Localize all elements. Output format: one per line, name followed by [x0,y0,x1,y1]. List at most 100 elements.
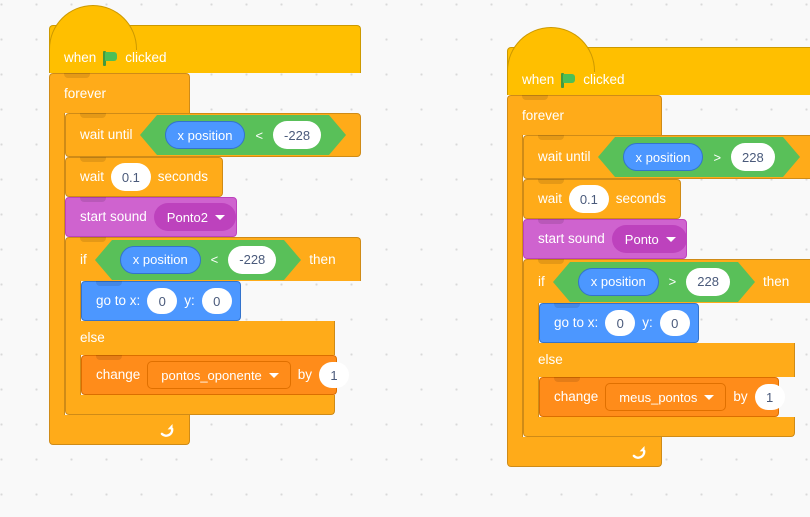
loop-arrow-icon [632,445,646,459]
if-else-block[interactable]: if x position > 228 then go to x: 0 y: 0… [523,259,810,437]
chevron-down-icon [665,236,676,242]
else-label: else [80,330,105,346]
sound-name-label: Ponto [624,231,659,247]
chevron-down-icon [215,214,225,220]
go-to-x-input[interactable]: 0 [605,310,636,336]
change-label: change [96,367,141,383]
wait-until-label: wait until [538,149,591,165]
script-opponent[interactable]: when clicked forever wait until x positi… [49,5,362,445]
change-amount-input[interactable]: 1 [754,384,785,410]
if-left-arm [65,281,81,321]
if-else-footer[interactable] [65,395,335,415]
then-label: then [309,251,336,267]
else-branch-body: change meus_pontos by 1 [523,377,810,417]
else-header[interactable]: else [523,343,795,377]
forever-block[interactable]: forever wait until x position < -228 wai… [49,73,362,445]
start-sound-label: start sound [538,231,605,247]
when-label: when [522,71,555,87]
else-left-arm [523,377,539,417]
wait-seconds-block[interactable]: wait 0.1 seconds [65,157,223,197]
clicked-label: clicked [125,49,167,65]
change-variable-block[interactable]: change pontos_oponente by 1 [81,355,350,395]
go-to-x-input[interactable]: 0 [147,288,178,314]
forever-slot[interactable]: wait until x position > 228 wait 0.1 sec… [523,135,810,437]
less-than-operator-block[interactable]: x position < -228 [94,239,301,280]
variable-name-label: pontos_oponente [161,367,262,383]
if-branch-body: go to x: 0 y: 0 [65,281,361,321]
chevron-down-icon [268,372,279,378]
variable-name-label: meus_pontos [619,389,698,405]
clicked-label: clicked [583,71,625,87]
wait-label: wait [538,191,563,207]
if-then-slot[interactable]: go to x: 0 y: 0 [81,281,241,321]
wait-duration-input[interactable]: 0.1 [111,163,151,191]
threshold-input[interactable]: -228 [273,121,322,149]
comparison-operator-symbol: > [668,274,677,289]
forever-header[interactable]: forever [49,73,190,113]
if-header[interactable]: if x position > 228 then [523,259,810,303]
if-then-slot[interactable]: go to x: 0 y: 0 [539,303,699,343]
if-label: if [538,273,545,289]
else-slot[interactable]: change pontos_oponente by 1 [81,355,350,395]
wait-seconds-block[interactable]: wait 0.1 seconds [523,179,681,219]
when-green-flag-clicked-block[interactable]: when clicked [49,5,362,73]
greater-than-operator-block[interactable]: x position > 228 [552,261,756,302]
x-position-reporter[interactable]: x position [119,245,201,274]
x-position-reporter[interactable]: x position [577,267,659,296]
forever-slot[interactable]: wait until x position < -228 wait 0.1 se… [65,113,362,415]
forever-footer[interactable] [507,437,662,467]
when-green-flag-clicked-block[interactable]: when clicked [507,27,810,95]
sound-name-label: Ponto2 [166,209,208,225]
less-than-operator-block[interactable]: x position < -228 [139,115,346,155]
forever-body: wait until x position > 228 wait 0.1 sec… [507,135,810,437]
go-to-xy-block[interactable]: go to x: 0 y: 0 [81,281,241,321]
seconds-label: seconds [157,169,208,185]
forever-block[interactable]: forever wait until x position > 228 wait… [507,95,810,467]
change-amount-input[interactable]: 1 [319,362,350,388]
go-to-x-label: go to x: [554,315,599,331]
variable-name-dropdown[interactable]: pontos_oponente [147,361,291,389]
forever-label: forever [64,85,107,101]
seconds-label: seconds [615,191,666,207]
if-label: if [80,251,87,267]
change-variable-block[interactable]: change meus_pontos by 1 [539,377,785,417]
wait-until-block[interactable]: wait until x position > 228 [523,135,810,179]
wait-until-label: wait until [80,127,133,143]
green-flag-icon [103,51,118,66]
greater-than-operator-block[interactable]: x position > 228 [597,137,800,177]
wait-until-block[interactable]: wait until x position < -228 [65,113,362,157]
threshold-input[interactable]: 228 [731,143,775,171]
threshold-input[interactable]: 228 [686,267,730,296]
if-header[interactable]: if x position < -228 then [65,237,362,281]
comparison-operator-symbol: > [713,149,722,165]
chevron-down-icon [704,394,715,400]
start-sound-block[interactable]: start sound Ponto [523,219,687,259]
forever-footer[interactable] [49,415,190,445]
variable-name-dropdown[interactable]: meus_pontos [605,383,727,411]
wait-label: wait [80,169,105,185]
x-position-reporter[interactable]: x position [164,121,246,149]
sound-name-dropdown[interactable]: Ponto [611,225,687,253]
go-to-xy-block[interactable]: go to x: 0 y: 0 [539,303,699,343]
if-else-block[interactable]: if x position < -228 then go to x: 0 y: … [65,237,362,415]
comparison-operator-symbol: < [210,252,219,267]
scratch-workspace[interactable]: when clicked forever wait until x positi… [0,0,810,517]
x-position-reporter[interactable]: x position [622,143,704,171]
go-to-y-input[interactable]: 0 [659,310,690,336]
start-sound-block[interactable]: start sound Ponto2 [65,197,237,237]
else-header[interactable]: else [65,321,335,355]
sound-name-dropdown[interactable]: Ponto2 [153,203,236,231]
when-label: when [64,49,97,65]
loop-arrow-icon [160,423,174,437]
comparison-operator-symbol: < [255,127,264,143]
go-to-x-label: go to x: [96,293,141,309]
if-left-arm [523,303,539,343]
wait-duration-input[interactable]: 0.1 [569,185,609,213]
if-else-footer[interactable] [523,417,795,437]
else-label: else [538,352,563,368]
go-to-y-input[interactable]: 0 [201,288,232,314]
threshold-input[interactable]: -228 [228,245,277,274]
script-player[interactable]: when clicked forever wait until x positi… [507,27,810,467]
forever-header[interactable]: forever [507,95,662,135]
else-slot[interactable]: change meus_pontos by 1 [539,377,785,417]
